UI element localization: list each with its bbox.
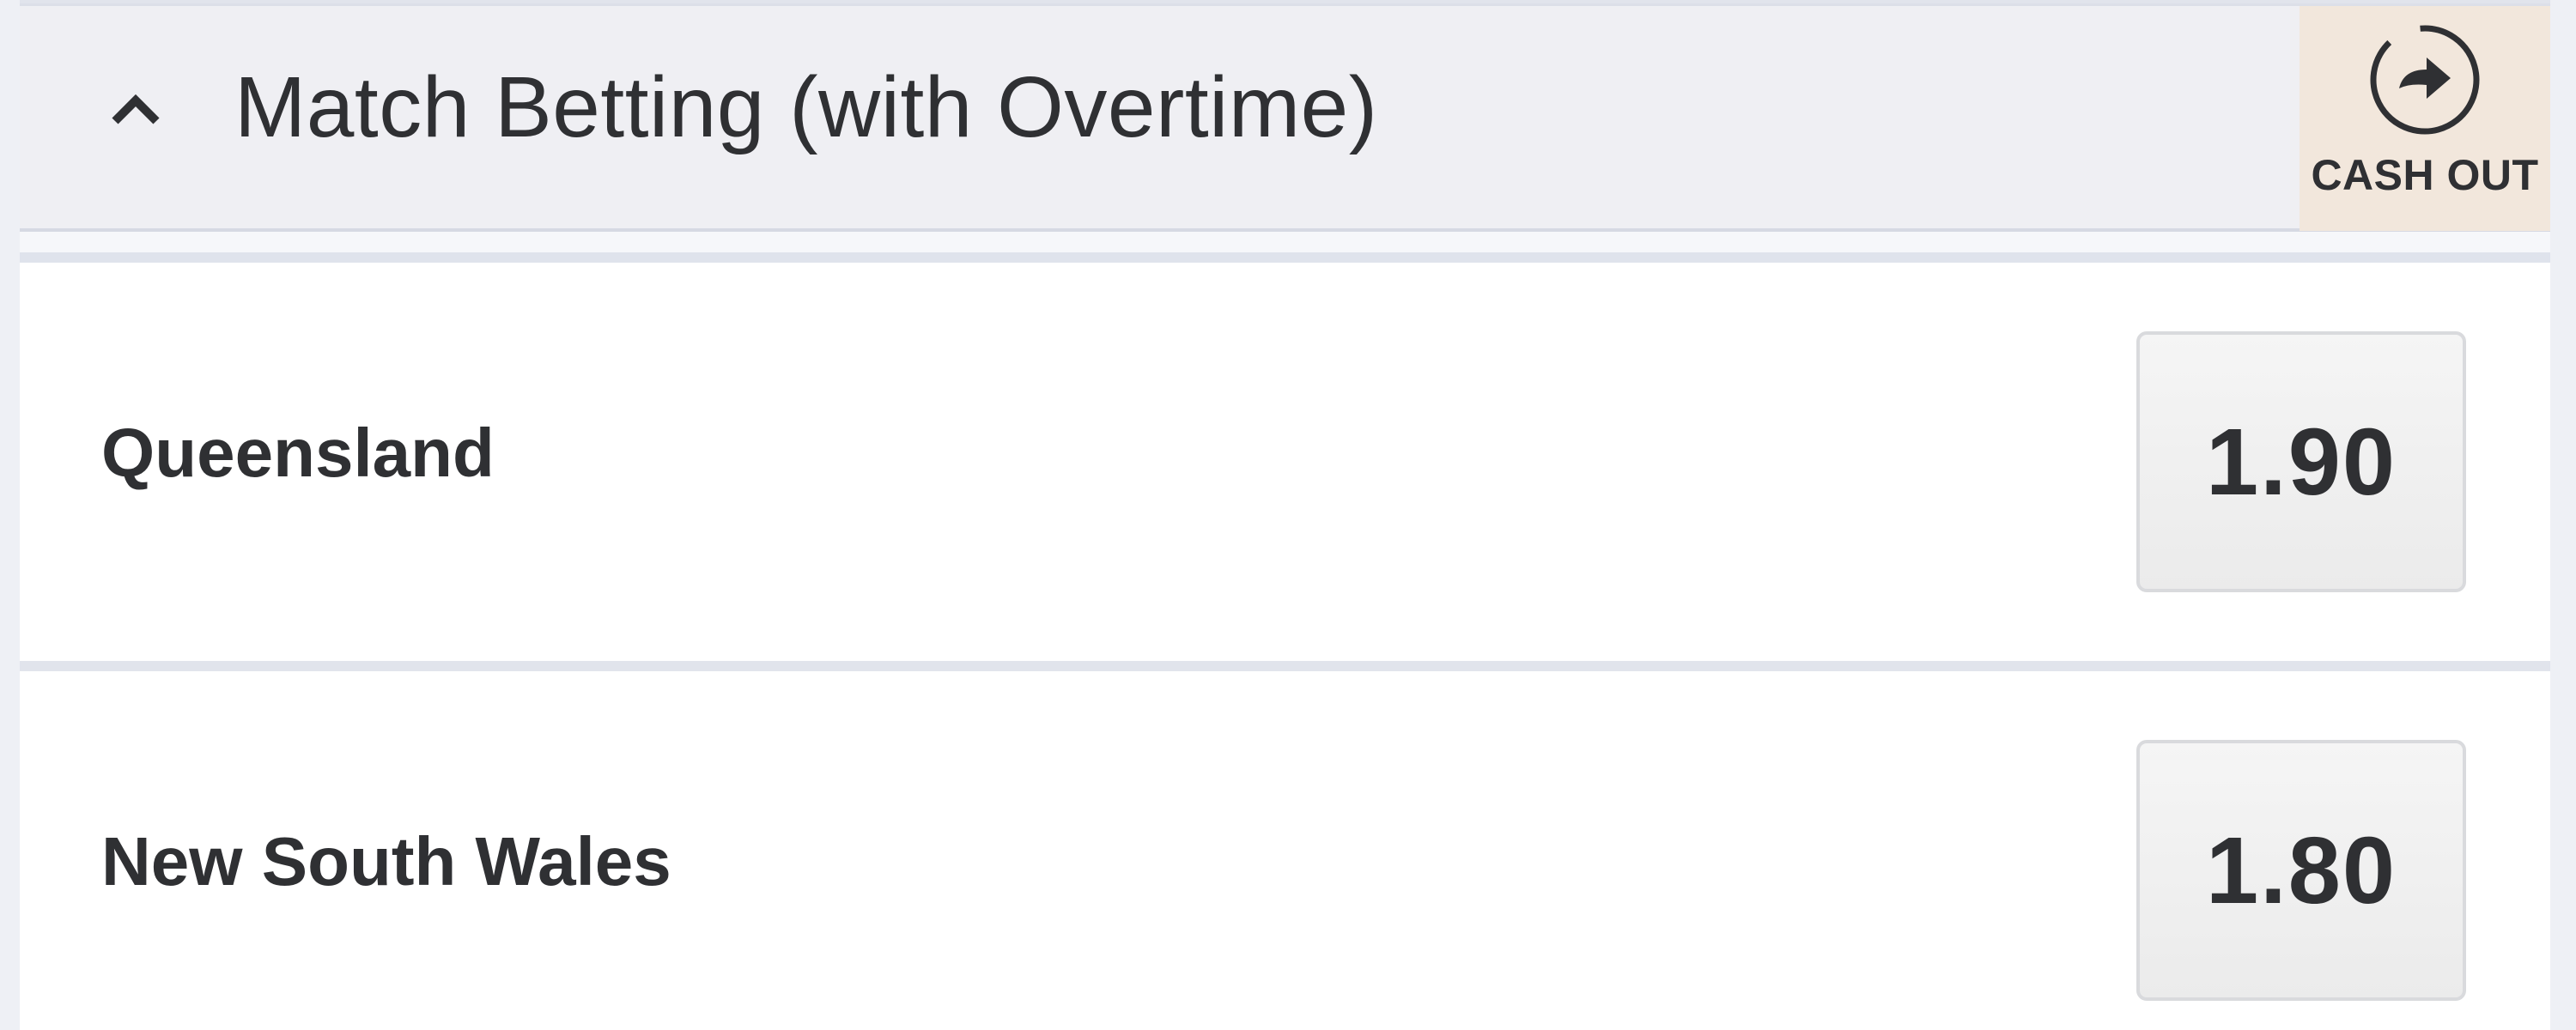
- cash-out-label: CASH OUT: [2311, 151, 2539, 199]
- selection-row: New South Wales 1.80: [20, 671, 2550, 1030]
- match-betting-market: Match Betting (with Overtime) CASH OUT Q…: [20, 0, 2550, 1030]
- selection-name: Queensland: [101, 415, 495, 491]
- selection-name: New South Wales: [101, 823, 671, 900]
- chevron-up-icon[interactable]: [110, 83, 161, 135]
- header-divider: [20, 232, 2550, 263]
- odds-button[interactable]: 1.80: [2136, 740, 2466, 1001]
- selection-row: Queensland 1.90: [20, 263, 2550, 661]
- cashout-arrow-icon: [2370, 25, 2480, 135]
- market-title: Match Betting (with Overtime): [234, 59, 1378, 155]
- odds-button[interactable]: 1.90: [2136, 331, 2466, 592]
- market-header[interactable]: Match Betting (with Overtime) CASH OUT: [20, 3, 2550, 232]
- cash-out-button[interactable]: CASH OUT: [2300, 6, 2550, 231]
